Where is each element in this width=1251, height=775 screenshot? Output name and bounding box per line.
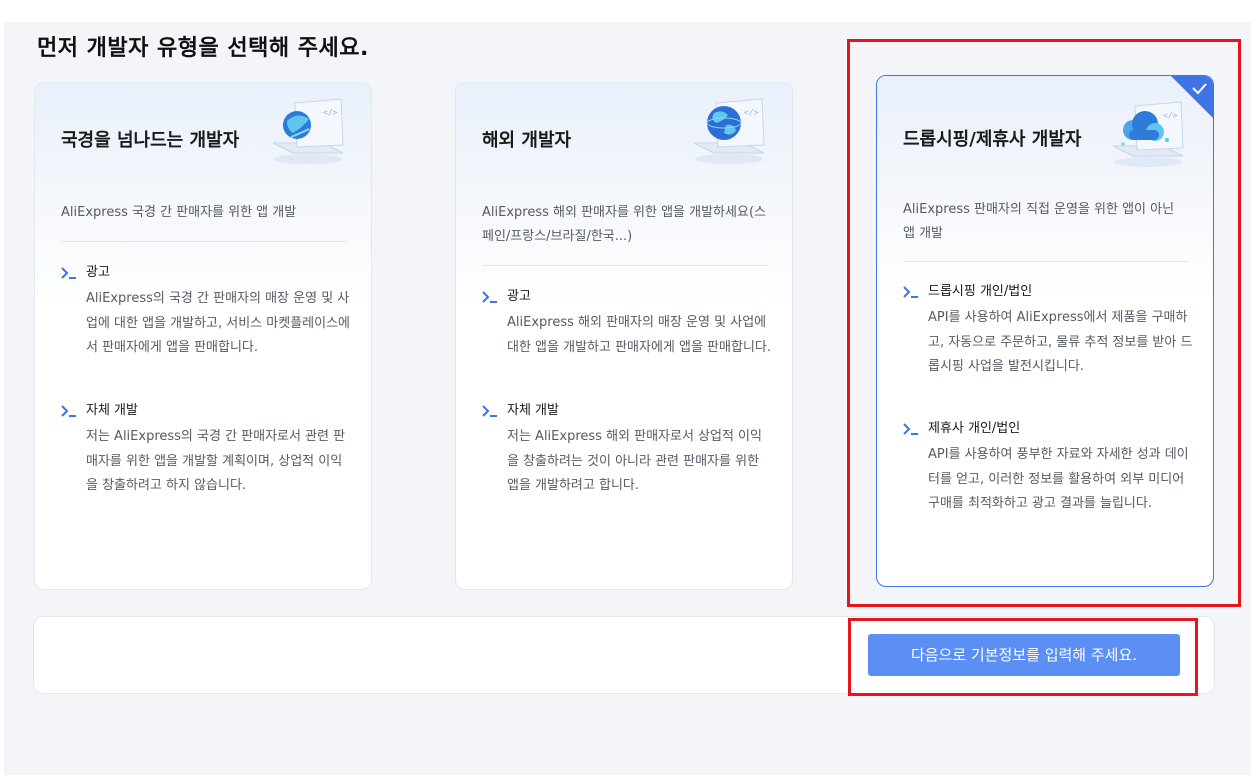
card-divider [903,261,1189,262]
terminal-prompt-icon [482,405,497,417]
feature-advertising: 광고 AliExpress 해외 판매자의 매장 운영 및 사업에 대한 앱을 … [482,287,772,360]
feature-self-development: 자체 개발 저는 AliExpress 해외 판매자로서 상업적 이익을 창출하… [482,401,772,499]
feature-dropshipping: 드롭시핑 개인/법인 API를 사용하여 AliExpress에서 제품을 구매… [903,282,1193,380]
card-description: AliExpress 국경 간 판매자를 위한 앱 개발 [61,205,297,220]
feature-description: API를 사용하여 AliExpress에서 제품을 구매하고, 자동으로 주문… [928,310,1193,374]
feature-label: 제휴사 개인/법인 [928,421,1021,436]
card-title: 드롭시핑/제휴사 개발자 [903,129,1082,150]
card-description: AliExpress 판매자의 직접 운영을 위한 앱이 아닌 앱 개발 [903,202,1175,241]
card-title: 해외 개발자 [482,130,572,151]
feature-label: 자체 개발 [507,403,559,418]
terminal-prompt-icon [903,423,918,435]
developer-type-card-overseas[interactable]: </> 해외 개발자 AliExpress 해외 판매자를 위한 앱을 개발하세… [455,82,793,590]
left-strip [0,0,4,775]
feature-label: 광고 [507,289,531,304]
laptop-globe-illustration: </> [272,98,344,164]
card-divider [61,241,347,242]
top-strip [0,0,1251,22]
feature-self-development: 자체 개발 저는 AliExpress의 국경 간 판매자로서 관련 판매자를 … [61,401,351,499]
feature-label: 드롭시핑 개인/법인 [928,284,1033,299]
terminal-prompt-icon [903,286,918,298]
feature-affiliate: 제휴사 개인/법인 API를 사용하여 풍부한 자료와 자세한 성과 데이터를 … [903,419,1193,517]
feature-description: AliExpress의 국경 간 판매자의 매장 운영 및 사업에 대한 앱을 … [86,291,350,355]
terminal-prompt-icon [61,405,76,417]
laptop-earth-illustration: </> [693,98,765,164]
svg-text:</>: </> [323,108,338,117]
feature-description: API를 사용하여 풍부한 자료와 자세한 성과 데이터를 얻고, 이러한 정보… [928,447,1189,511]
card-description: AliExpress 해외 판매자를 위한 앱을 개발하세요(스페인/프랑스/브… [482,205,766,244]
terminal-prompt-icon [482,291,497,303]
checkmark-icon [1171,76,1213,118]
feature-label: 자체 개발 [86,403,138,418]
card-divider [482,265,768,266]
page-title: 먼저 개발자 유형을 선택해 주세요. [37,36,369,61]
card-title: 국경을 넘나드는 개발자 [61,130,240,151]
terminal-prompt-icon [61,267,76,279]
feature-description: 저는 AliExpress의 국경 간 판매자로서 관련 판매자를 위한 앱을 … [86,429,346,493]
svg-text:</>: </> [744,108,759,117]
developer-type-card-cross-border[interactable]: </> 국경을 넘나드는 개발자 AliExpress 국경 간 판매자를 위한… [34,82,372,590]
next-step-button[interactable]: 다음으로 기본정보를 입력해 주세요. [868,634,1180,676]
feature-advertising: 광고 AliExpress의 국경 간 판매자의 매장 운영 및 사업에 대한 … [61,263,351,361]
feature-label: 광고 [86,265,110,280]
feature-description: AliExpress 해외 판매자의 매장 운영 및 사업에 대한 앱을 개발하… [507,315,771,355]
feature-description: 저는 AliExpress 해외 판매자로서 상업적 이익을 창출하려는 것이 … [507,429,762,493]
developer-type-card-dropshipping-affiliate[interactable]: </> 드롭시핑/제휴사 개발자 AliExpress 판매자의 직접 운영을 … [876,75,1214,587]
